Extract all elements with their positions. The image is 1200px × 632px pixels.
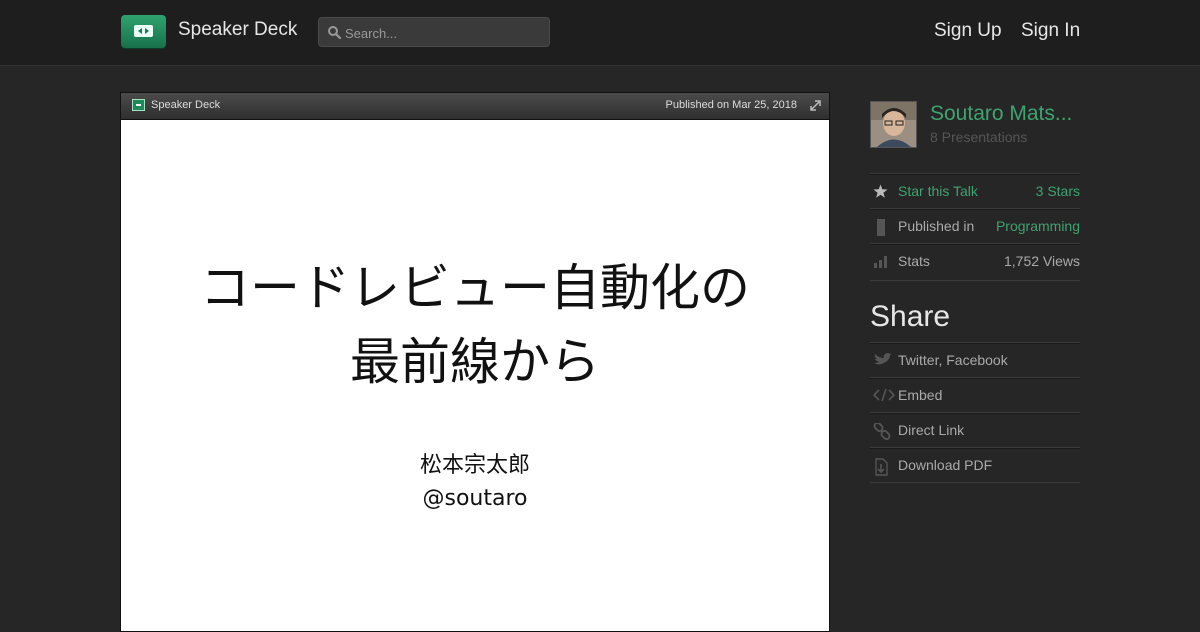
download-icon [875, 458, 888, 476]
slide-author-name: 松本宗太郎 [419, 453, 530, 478]
avatar[interactable] [870, 101, 917, 148]
slide-title-line: 最前線から [350, 333, 600, 391]
published-in-row: Published in Programming [870, 208, 1080, 244]
top-bar: Speaker Deck Sign Up Sign In [0, 0, 1200, 66]
share-label[interactable]: Direct Link [898, 422, 964, 438]
slide-title-line: コードレビュー自動化の [200, 259, 750, 317]
share-download-pdf[interactable]: Download PDF [870, 447, 1080, 483]
bar-chart-icon [874, 256, 887, 268]
search-box[interactable] [318, 17, 550, 47]
bookmark-icon [877, 219, 885, 236]
view-count: 1,752 Views [1003, 253, 1080, 269]
search-icon [328, 26, 341, 39]
divider [870, 482, 1080, 483]
slide-player[interactable]: Speaker Deck Published on Mar 25, 2018 コ… [120, 92, 830, 632]
share-embed[interactable]: Embed [870, 377, 1080, 413]
published-in-label: Published in [898, 218, 975, 234]
sign-up-link[interactable]: Sign Up [934, 20, 1002, 42]
share-label[interactable]: Download PDF [898, 457, 992, 473]
divider [870, 280, 1080, 281]
speakerdeck-logo-icon[interactable] [121, 15, 166, 48]
search-input[interactable] [343, 21, 547, 45]
star-count[interactable]: 3 Stars [1036, 183, 1080, 199]
star-talk-row[interactable]: Star this Talk 3 Stars [870, 173, 1080, 209]
share-label[interactable]: Embed [898, 387, 942, 403]
slide-title: コードレビュー自動化の 最前線から [121, 251, 829, 399]
link-icon [873, 423, 891, 440]
share-heading: Share [870, 300, 951, 333]
sign-in-link[interactable]: Sign In [1021, 20, 1080, 42]
fullscreen-icon[interactable] [809, 99, 822, 112]
presentation-count[interactable]: 8 Presentations [930, 129, 1027, 145]
share-direct-link[interactable]: Direct Link [870, 412, 1080, 448]
category-link[interactable]: Programming [996, 218, 1080, 234]
brand-name[interactable]: Speaker Deck [178, 19, 297, 41]
star-this-talk-link[interactable]: Star this Talk [898, 183, 978, 199]
published-date: Published on Mar 25, 2018 [665, 99, 797, 111]
player-brand[interactable]: Speaker Deck [151, 99, 220, 111]
slide-author-handle: @soutaro [422, 486, 528, 511]
stats-row: Stats 1,752 Views [870, 243, 1080, 279]
bird-icon [874, 353, 892, 365]
share-label[interactable]: Twitter, Facebook [898, 352, 1008, 368]
slide-author: 松本宗太郎 @soutaro [121, 449, 829, 515]
player-toolbar: Speaker Deck Published on Mar 25, 2018 [121, 93, 829, 120]
code-icon [873, 388, 895, 402]
share-twitter-facebook[interactable]: Twitter, Facebook [870, 342, 1080, 378]
stats-label: Stats [898, 253, 930, 269]
mini-logo-icon [132, 99, 145, 111]
author-name-link[interactable]: Soutaro Mats... [930, 102, 1082, 126]
star-icon [873, 184, 888, 198]
